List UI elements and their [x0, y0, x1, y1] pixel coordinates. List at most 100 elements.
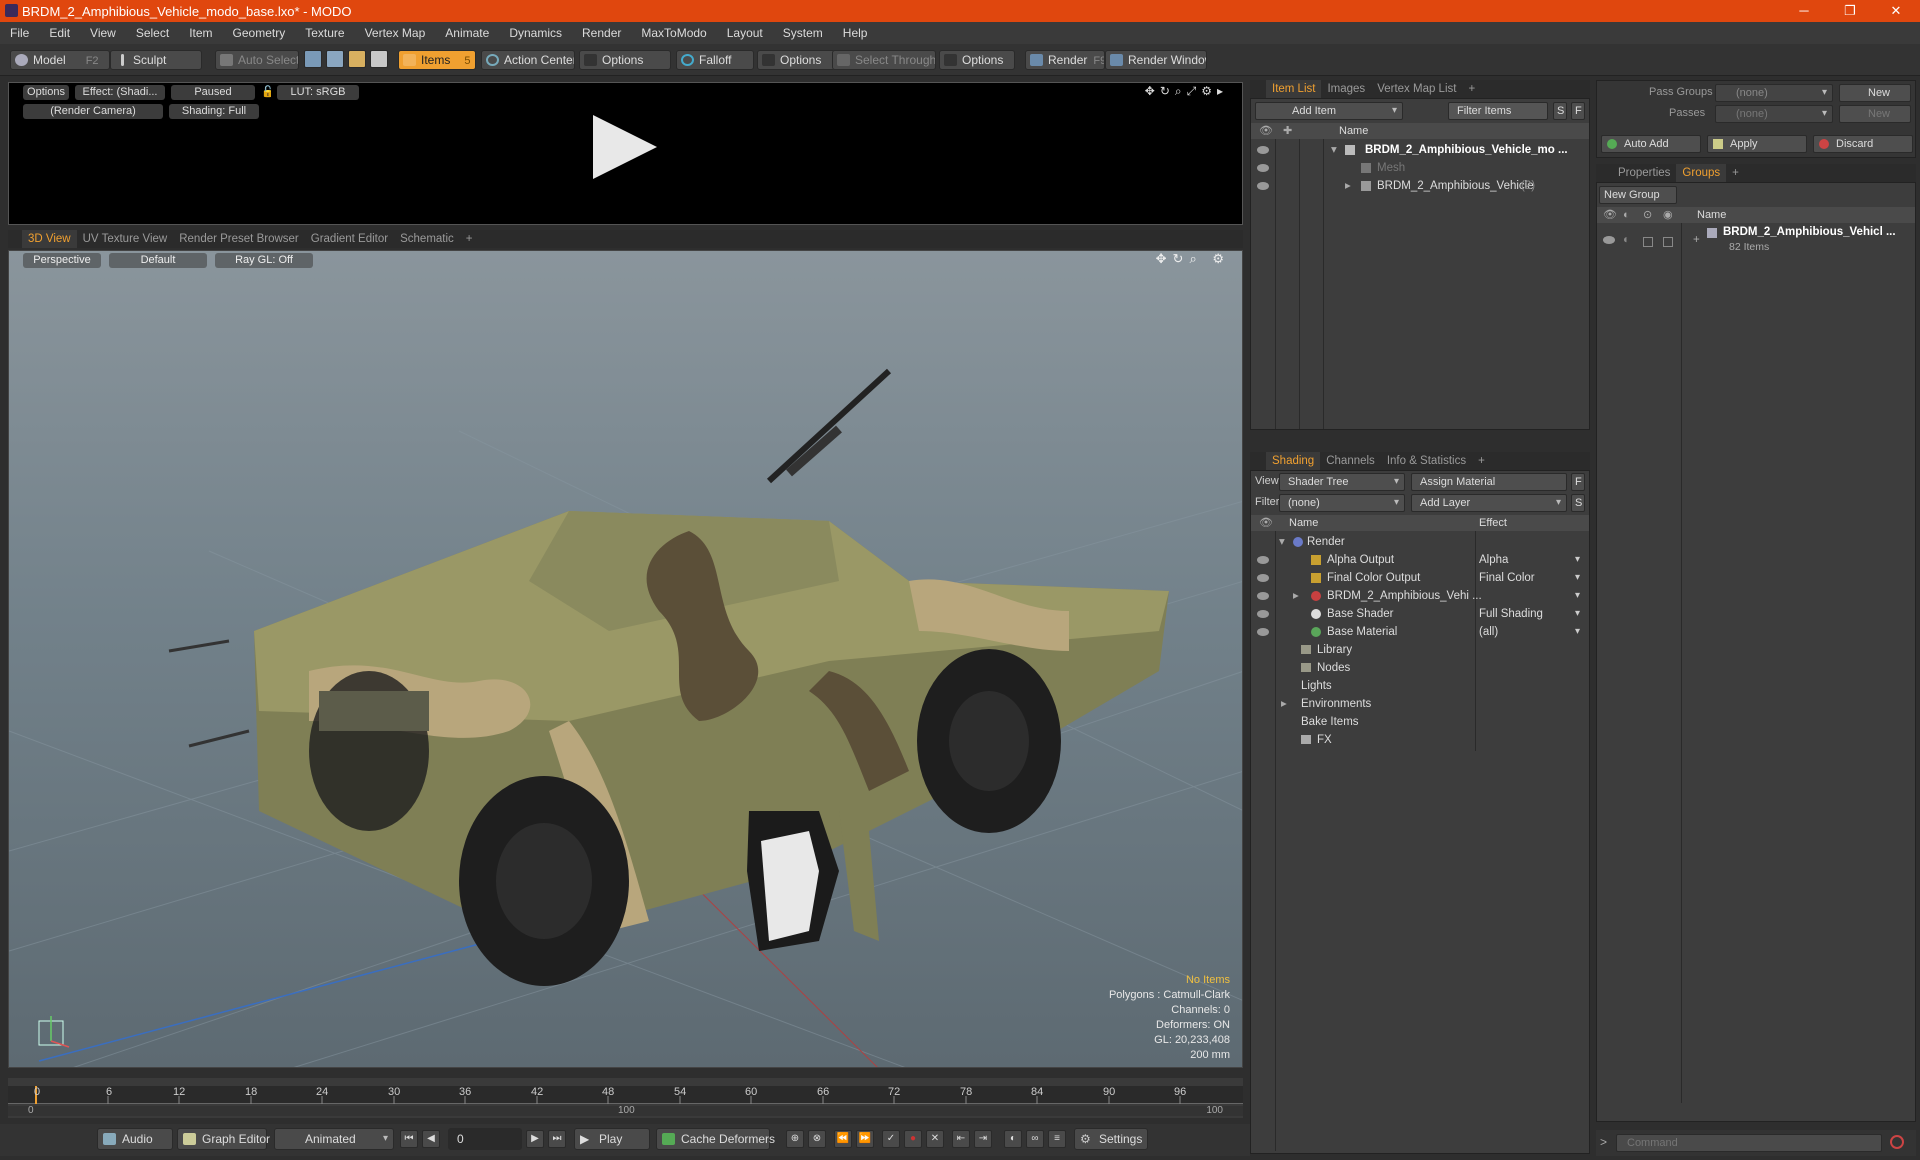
3d-viewport[interactable]: Perspective Default Ray GL: Off ✥↻⌕ ⚙ No… [8, 250, 1243, 1068]
link-icon[interactable]: ∞ [1026, 1130, 1044, 1148]
new-pass-button[interactable]: New [1839, 105, 1911, 123]
menu-help[interactable]: Help [833, 26, 878, 40]
shader-row-alpha-output[interactable]: Alpha Output Alpha ▾ [1251, 551, 1589, 569]
visibility-eye-icon[interactable] [1257, 628, 1269, 636]
effect-value[interactable]: Alpha [1479, 551, 1508, 569]
f-toggle[interactable]: F [1571, 102, 1585, 120]
step-back-icon[interactable]: ◀ [422, 1130, 440, 1148]
edges-mode-icon[interactable] [326, 50, 344, 68]
key-icon[interactable]: ⊕ [786, 1130, 804, 1148]
materials-mode-icon[interactable] [370, 50, 388, 68]
tab-item-list[interactable]: Item List [1266, 80, 1322, 98]
visibility-eye-icon[interactable] [1603, 236, 1615, 244]
visibility-eye-icon[interactable] [1257, 146, 1269, 154]
menu-system[interactable]: System [773, 26, 833, 40]
timeline-range-bar[interactable]: 0 100 100 [8, 1106, 1243, 1116]
shader-row-final-color-output[interactable]: Final Color Output Final Color ▾ [1251, 569, 1589, 587]
frame-field[interactable]: 0 [448, 1128, 522, 1150]
chevron-down-icon[interactable]: ▾ [1575, 551, 1580, 569]
command-input[interactable] [1616, 1134, 1882, 1152]
add-tab-button[interactable]: + [460, 230, 479, 248]
effect-dropdown[interactable]: Effect: (Shadi... [75, 85, 165, 100]
lock-toggle[interactable] [1643, 237, 1653, 247]
tab-gradient-editor[interactable]: Gradient Editor [305, 230, 394, 248]
auto-add-button[interactable]: Auto Add [1601, 135, 1701, 153]
collapse-arrow-icon[interactable]: ▸ [1345, 177, 1351, 195]
auto-key-icon[interactable]: ⊗ [808, 1130, 826, 1148]
shader-row-base-material[interactable]: Base Material (all) ▾ [1251, 623, 1589, 641]
new-pass-group-button[interactable]: New [1839, 84, 1911, 102]
lock-icon[interactable]: 🔓 [261, 85, 271, 100]
add-item-dropdown[interactable]: Add Item [1255, 102, 1403, 120]
play-button[interactable]: ▶ Play [574, 1128, 650, 1150]
collapse-arrow-icon[interactable]: ▸ [1281, 695, 1287, 713]
shader-row-environments[interactable]: ▸ Environments [1251, 695, 1589, 713]
tab-uv-texture-view[interactable]: UV Texture View [77, 230, 174, 248]
chevron-down-icon[interactable]: ▾ [1575, 605, 1580, 623]
channel-icon[interactable]: ◐ [1004, 1130, 1022, 1148]
polygons-mode-icon[interactable] [348, 50, 366, 68]
sculpt-mode-button[interactable]: Sculpt [110, 50, 202, 70]
timeline[interactable]: 0 6 12 18 24 30 36 42 48 54 60 66 72 78 … [8, 1078, 1243, 1118]
skip-to-end-icon[interactable]: ⏭ [548, 1130, 566, 1148]
skip-to-start-icon[interactable]: ⏮ [400, 1130, 418, 1148]
effect-value[interactable]: (all) [1479, 623, 1498, 641]
chevron-down-icon[interactable]: ▾ [1575, 587, 1580, 605]
add-tab-button[interactable]: + [1726, 164, 1745, 182]
select-through-options-button[interactable]: Options [939, 50, 1015, 70]
item-row-mesh[interactable]: Mesh [1251, 159, 1589, 177]
action-center-options-button[interactable]: Options [579, 50, 671, 70]
select-through-button[interactable]: Select Through [832, 50, 936, 70]
raygl-toggle[interactable]: Ray GL: Off [215, 253, 313, 268]
viewport-nav-icons[interactable]: ✥↻⌕ ⚙ [1156, 251, 1230, 267]
cache-deformers-button[interactable]: Cache Deformers [656, 1128, 775, 1150]
auto-select-button[interactable]: Auto Select [215, 50, 299, 70]
item-row-group[interactable]: ▸ BRDM_2_Amphibious_Vehicle (2) [1251, 177, 1589, 195]
tab-schematic[interactable]: Schematic [394, 230, 460, 248]
shader-row-bake-items[interactable]: Bake Items [1251, 713, 1589, 731]
tab-channels[interactable]: Channels [1320, 452, 1381, 470]
menu-vertex-map[interactable]: Vertex Map [355, 26, 436, 40]
perspective-dropdown[interactable]: Perspective [23, 253, 101, 268]
chevron-down-icon[interactable]: ▾ [1575, 623, 1580, 641]
menu-animate[interactable]: Animate [435, 26, 499, 40]
play-icon[interactable] [593, 115, 657, 179]
next-keyframe-icon[interactable]: ⇥ [974, 1130, 992, 1148]
graph-editor-button[interactable]: Graph Editor [177, 1128, 270, 1150]
f-toggle[interactable]: F [1571, 473, 1585, 491]
delete-key-icon[interactable]: ✕ [926, 1130, 944, 1148]
menu-view[interactable]: View [80, 26, 126, 40]
menu-texture[interactable]: Texture [295, 26, 354, 40]
shader-row-fx[interactable]: FX [1251, 731, 1589, 749]
new-group-button[interactable]: New Group [1599, 186, 1677, 204]
expand-icon[interactable]: + [1693, 231, 1700, 249]
assign-material-button[interactable]: Assign Material [1411, 473, 1567, 491]
add-tab-button[interactable]: + [1462, 80, 1481, 98]
model-mode-button[interactable]: Model F2 [10, 50, 110, 70]
menu-select[interactable]: Select [126, 26, 179, 40]
record-icon[interactable]: ● [904, 1130, 922, 1148]
tab-3d-view[interactable]: 3D View [22, 230, 77, 248]
passes-dropdown[interactable]: (none) [1715, 105, 1833, 123]
settings-button[interactable]: ⚙ Settings [1074, 1128, 1148, 1150]
effect-value[interactable]: Final Color [1479, 569, 1535, 587]
chevron-down-icon[interactable]: ▾ [1575, 569, 1580, 587]
menu-geometry[interactable]: Geometry [223, 26, 296, 40]
filter-items-input[interactable]: Filter Items [1448, 102, 1548, 120]
s-toggle[interactable]: S [1553, 102, 1567, 120]
collapse-arrow-icon[interactable]: ▸ [1293, 587, 1299, 605]
tab-properties[interactable]: Properties [1612, 164, 1676, 182]
tab-groups[interactable]: Groups [1676, 164, 1727, 182]
add-layer-dropdown[interactable]: Add Layer [1411, 494, 1567, 512]
falloff-button[interactable]: Falloff [676, 50, 754, 70]
items-mode-button[interactable]: Items 5 [398, 50, 476, 70]
menu-dynamics[interactable]: Dynamics [499, 26, 572, 40]
action-center-button[interactable]: Action Center [481, 50, 575, 70]
render-toggle-icon[interactable]: ◐ [1623, 231, 1630, 249]
close-button[interactable]: ✕ [1873, 0, 1919, 22]
shader-row-nodes[interactable]: Nodes [1251, 659, 1589, 677]
view-dropdown[interactable]: Shader Tree [1279, 473, 1405, 491]
camera-dropdown[interactable]: (Render Camera) [23, 104, 163, 119]
falloff-options-button[interactable]: Options [757, 50, 835, 70]
timeline-ruler[interactable]: 0 6 12 18 24 30 36 42 48 54 60 66 72 78 … [8, 1086, 1243, 1104]
